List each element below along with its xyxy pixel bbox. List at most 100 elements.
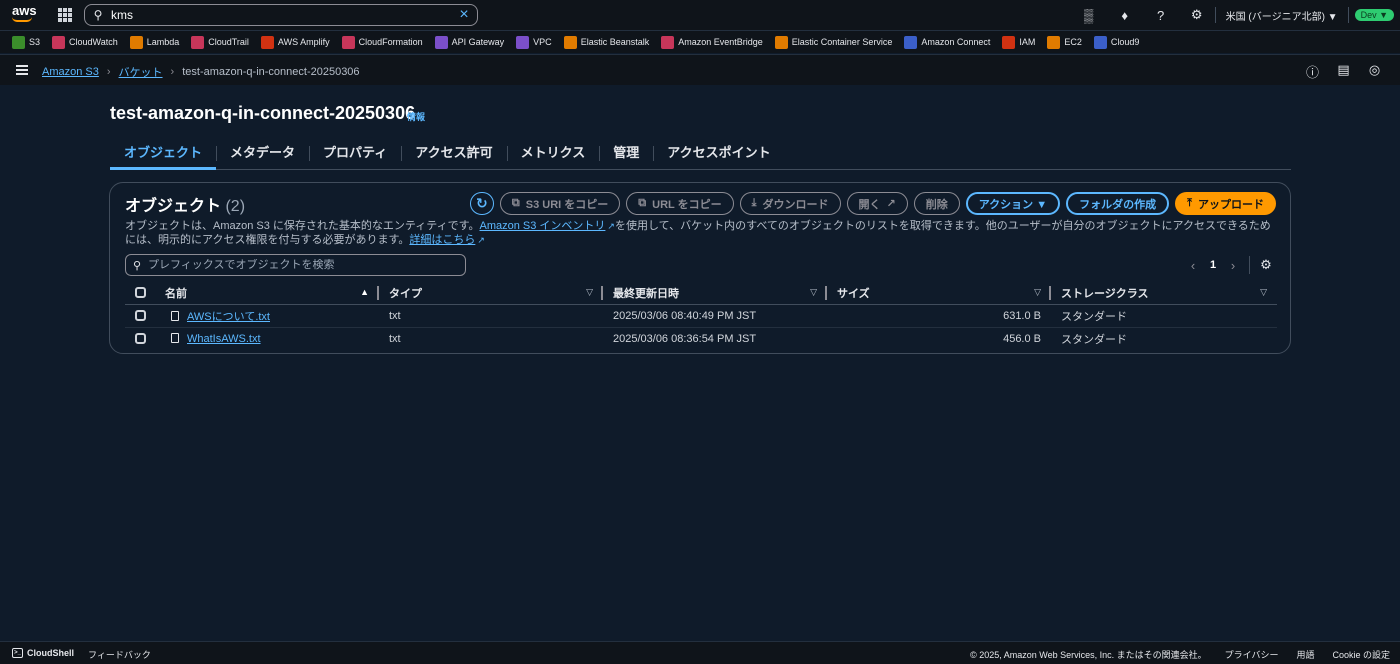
clear-search-icon[interactable]: ×	[451, 6, 477, 24]
favorite-vpc[interactable]: VPC	[516, 35, 552, 49]
cloudshell-button[interactable]: >_ CloudShell	[12, 648, 74, 658]
object-modified: 2025/03/06 08:40:49 PM JST	[603, 304, 827, 328]
favorite-api-gateway[interactable]: API Gateway	[434, 35, 504, 49]
file-icon	[171, 332, 179, 343]
refresh-button[interactable]: ↻	[469, 192, 494, 215]
open-button[interactable]: 開く ↗	[846, 192, 908, 215]
previous-page-icon[interactable]: ‹	[1183, 258, 1203, 273]
terms-link[interactable]: 用語	[1296, 648, 1314, 661]
row-checkbox[interactable]	[135, 333, 146, 345]
tab-metadata[interactable]: メタデータ	[216, 141, 309, 170]
service-icon	[563, 35, 577, 49]
chevron-right-icon: ›	[170, 66, 175, 78]
favorite-cloudtrail[interactable]: CloudTrail	[191, 35, 249, 49]
favorite-cloud9[interactable]: Cloud9	[1093, 35, 1139, 49]
next-page-icon[interactable]: ›	[1223, 258, 1243, 273]
page-number[interactable]: 1	[1203, 259, 1223, 271]
favorite-ec2[interactable]: EC2	[1047, 35, 1082, 49]
delete-button[interactable]: 削除	[913, 192, 960, 215]
search-input[interactable]	[111, 8, 451, 22]
select-all-checkbox[interactable]	[135, 287, 146, 299]
settings-panel-icon[interactable]: ◎	[1359, 62, 1390, 81]
breadcrumb-amazon-s3[interactable]: Amazon S3	[42, 66, 99, 78]
object-size: 456.0 B	[1003, 332, 1041, 345]
feedback-link[interactable]: フィードバック	[88, 648, 151, 661]
cloudshell-icon[interactable]: ▒	[1071, 8, 1107, 23]
copy-s3-uri-button[interactable]: ⧉ S3 URI をコピー	[499, 192, 621, 215]
refresh-icon: ↻	[476, 195, 488, 211]
copy-icon: ⧉	[638, 197, 647, 209]
tab-permissions[interactable]: アクセス許可	[401, 141, 506, 170]
tab-properties[interactable]: プロパティ	[309, 141, 401, 170]
bell-icon[interactable]: ♦	[1107, 8, 1143, 23]
learn-more-link[interactable]: 詳細はこちら	[409, 234, 475, 246]
sort-icon: ▽	[586, 287, 593, 297]
notifications-panel-icon[interactable]: ▤	[1328, 62, 1359, 81]
info-panel-icon[interactable]: ⓘ	[1297, 62, 1328, 81]
region-selector[interactable]: 米国 (バージニア北部) ▼	[1216, 8, 1348, 23]
objects-table: 名前 ▲ タイプ ▽ 最終更新日時 ▽ サイズ ▽ ストレージクラス ▽ AWSについて.…	[125, 282, 1277, 350]
favorite-cloudformation[interactable]: CloudFormation	[341, 35, 423, 49]
table-row[interactable]: WhatIsAWS.txt txt 2025/03/06 08:36:54 PM…	[125, 327, 1277, 350]
create-folder-button[interactable]: フォルダの作成	[1066, 192, 1170, 215]
copy-icon: ⧉	[511, 197, 520, 209]
favorite-elastic-container-service[interactable]: Elastic Container Service	[774, 35, 892, 49]
cookie-settings-link[interactable]: Cookie の設定	[1332, 648, 1390, 661]
panel-description: オブジェクトは、Amazon S3 に保存された基本的なエンティティです。Ama…	[125, 220, 1271, 246]
sort-icon: ▽	[1034, 287, 1041, 297]
breadcrumb-buckets[interactable]: バケット	[119, 64, 163, 80]
object-storage-class: スタンダード	[1061, 333, 1127, 346]
favorite-lambda[interactable]: Lambda	[129, 35, 179, 49]
object-filter[interactable]: ⚲	[125, 254, 466, 276]
tab-bar: オブジェクト メタデータ プロパティ アクセス許可 メトリクス 管理 アクセスポ…	[110, 141, 1291, 170]
object-name-link[interactable]: AWSについて.txt	[187, 311, 270, 323]
favorite-iam[interactable]: IAM	[1002, 35, 1035, 49]
favorite-amazon-eventbridge[interactable]: Amazon EventBridge	[661, 35, 763, 49]
row-checkbox[interactable]	[135, 310, 146, 322]
tab-access-points[interactable]: アクセスポイント	[653, 141, 784, 170]
tab-management[interactable]: 管理	[599, 141, 653, 170]
object-name-link[interactable]: WhatIsAWS.txt	[187, 333, 261, 345]
column-last-modified[interactable]: 最終更新日時 ▽	[603, 282, 827, 305]
aws-logo[interactable]: aws	[12, 4, 37, 25]
service-icon	[12, 35, 25, 49]
upload-button[interactable]: ⤒ アップロード	[1175, 192, 1276, 215]
table-row[interactable]: AWSについて.txt txt 2025/03/06 08:40:49 PM J…	[125, 304, 1277, 328]
column-type[interactable]: タイプ ▽	[379, 282, 603, 305]
service-icon	[341, 35, 355, 49]
copy-url-button[interactable]: ⧉ URL をコピー	[626, 192, 734, 215]
privacy-link[interactable]: プライバシー	[1225, 648, 1279, 661]
service-icon	[129, 35, 143, 49]
object-search-input[interactable]	[148, 259, 465, 271]
info-link[interactable]: 情報	[407, 110, 425, 123]
favorite-elastic-beanstalk[interactable]: Elastic Beanstalk	[563, 35, 649, 49]
menu-icon[interactable]	[16, 65, 28, 75]
actions-button[interactable]: アクション ▼	[965, 192, 1061, 215]
tab-objects[interactable]: オブジェクト	[110, 141, 217, 170]
services-grid-icon[interactable]	[58, 8, 72, 22]
account-menu[interactable]: Dev ▼	[1354, 9, 1394, 21]
favorite-s3[interactable]: S3	[12, 35, 40, 49]
favorite-cloudwatch[interactable]: CloudWatch	[52, 35, 118, 49]
gear-icon[interactable]: ⚙	[1179, 7, 1215, 23]
table-settings-icon[interactable]: ⚙	[1256, 257, 1276, 273]
inventory-link[interactable]: Amazon S3 インベントリ	[480, 220, 606, 232]
panel-title-text: オブジェクト	[125, 198, 222, 215]
object-modified: 2025/03/06 08:36:54 PM JST	[613, 332, 757, 345]
service-icon	[1093, 35, 1107, 49]
file-icon	[171, 310, 179, 321]
column-storage-class[interactable]: ストレージクラス ▽	[1051, 282, 1277, 305]
sort-icon: ▽	[810, 287, 817, 297]
column-name[interactable]: 名前 ▲	[155, 282, 379, 305]
global-search[interactable]: ⚲ ×	[84, 4, 478, 26]
download-button[interactable]: ⤓ ダウンロード	[739, 192, 841, 215]
favorite-aws-amplify[interactable]: AWS Amplify	[260, 35, 330, 49]
tab-metrics[interactable]: メトリクス	[506, 141, 600, 170]
favorite-amazon-connect[interactable]: Amazon Connect	[904, 35, 990, 49]
service-icon	[434, 35, 448, 49]
favorites-bar: S3 CloudWatch Lambda CloudTrail AWS Amplify C…	[0, 30, 1400, 53]
column-size[interactable]: サイズ ▽	[827, 282, 1051, 305]
help-icon[interactable]: ?	[1143, 8, 1179, 23]
chevron-right-icon: ›	[106, 66, 111, 78]
object-type: txt	[379, 304, 603, 328]
